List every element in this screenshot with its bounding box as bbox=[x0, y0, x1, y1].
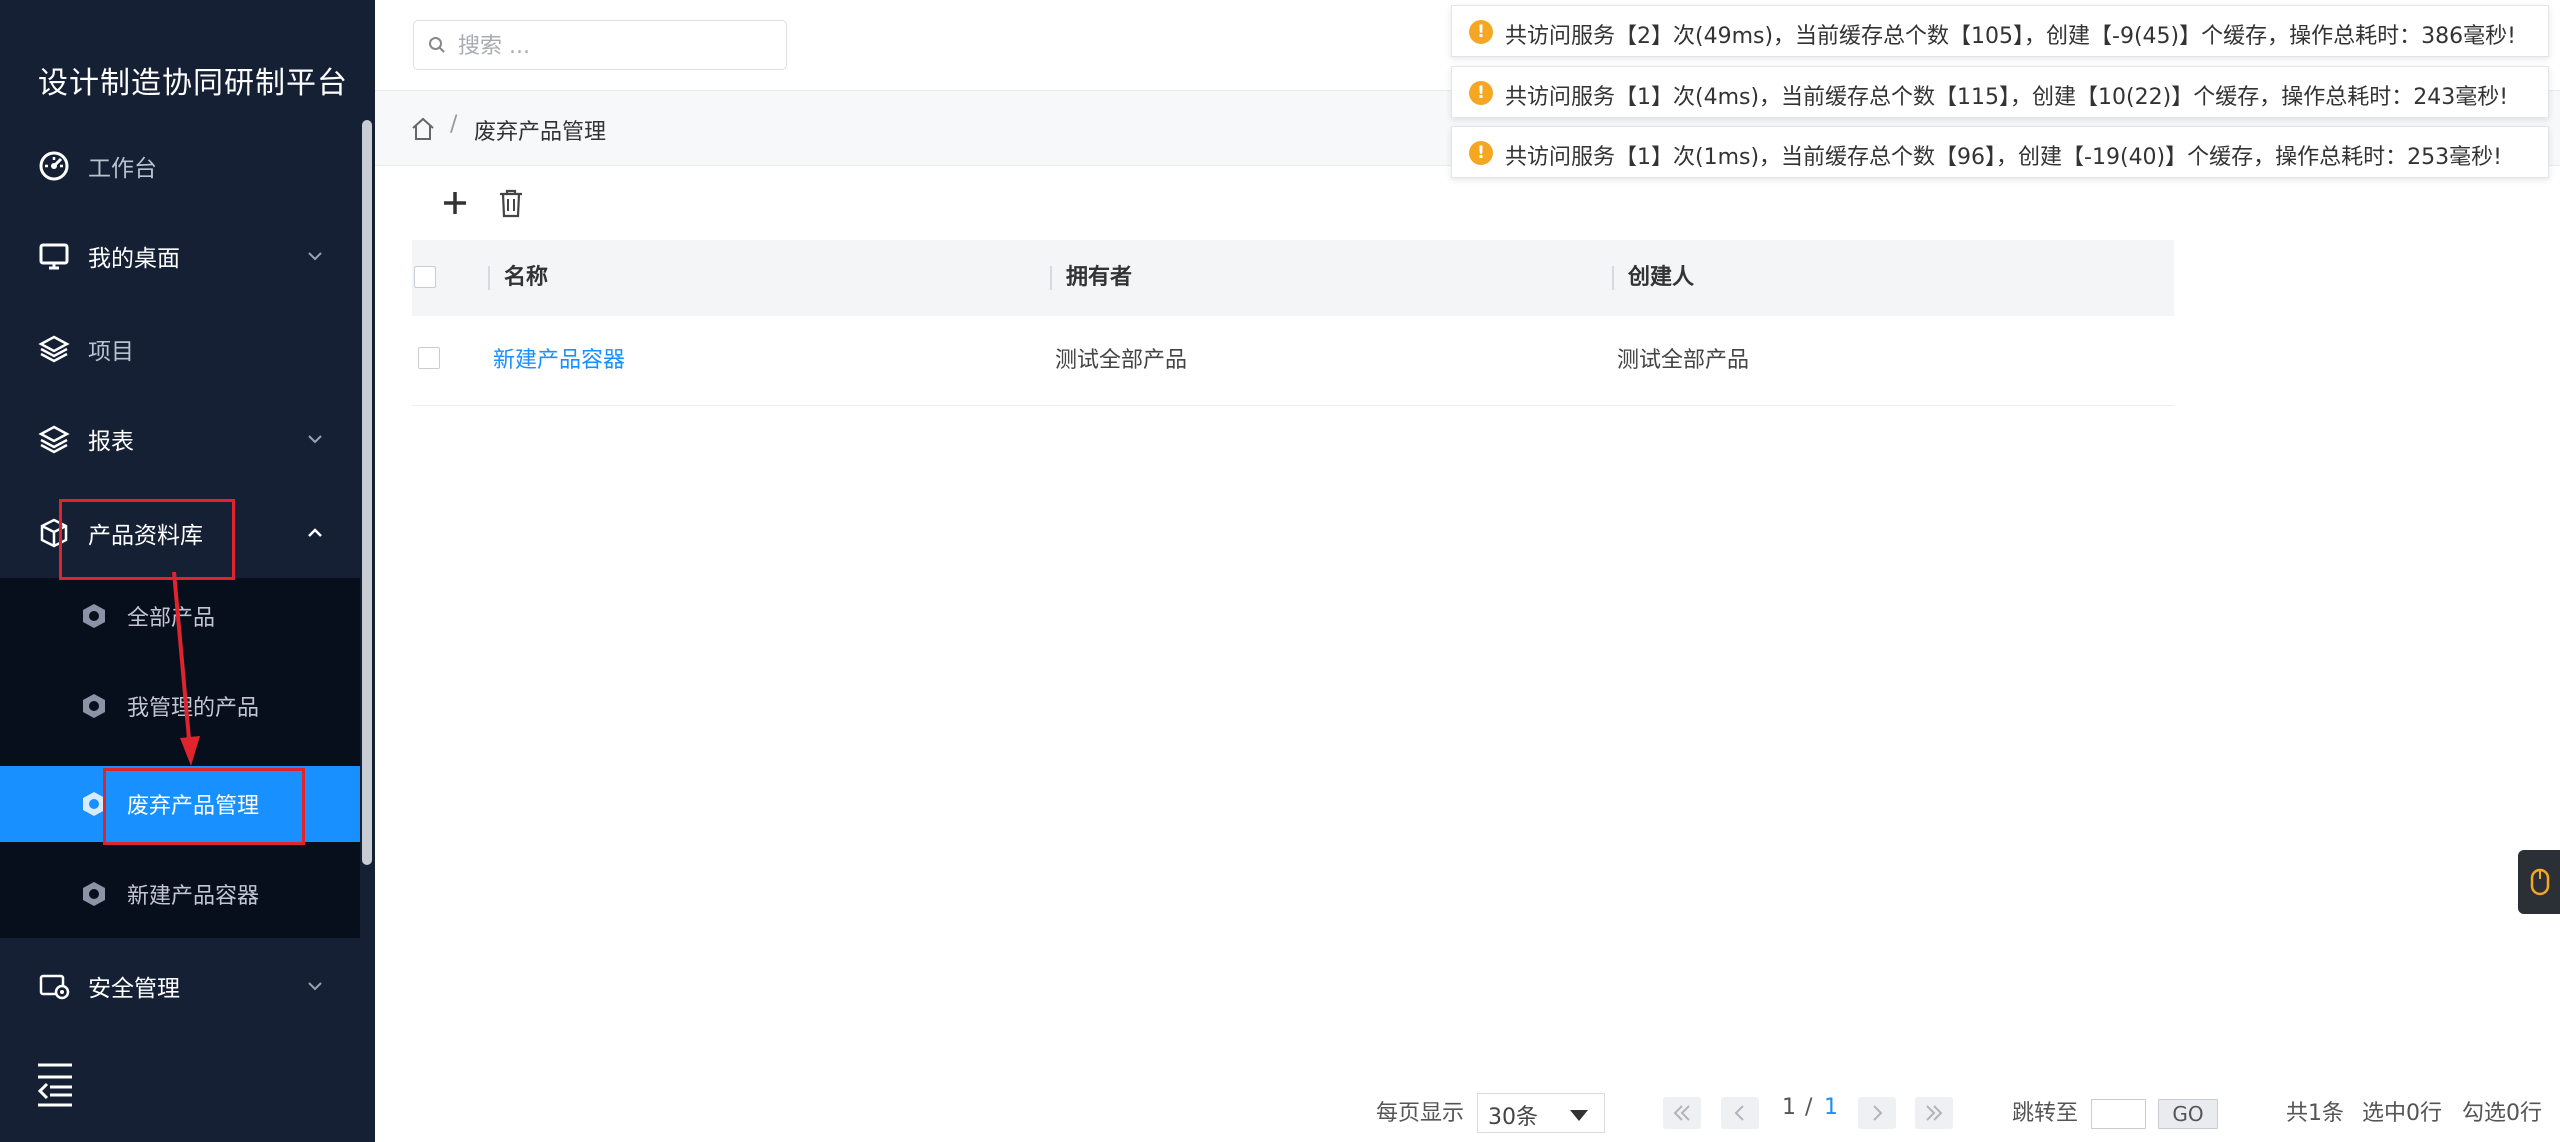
monitor-icon bbox=[39, 243, 69, 270]
per-page-value: 30条 bbox=[1488, 1105, 1538, 1130]
total-pages: 1 bbox=[1824, 1095, 1838, 1120]
sidebar-item-label: 工作台 bbox=[88, 156, 157, 182]
sidebar-item-workbench[interactable]: 工作台 bbox=[0, 121, 360, 211]
column-header-name[interactable]: 名称 bbox=[504, 240, 548, 316]
jump-label: 跳转至 bbox=[2012, 1101, 2079, 1126]
sidebar-item-label: 安全管理 bbox=[88, 976, 180, 1002]
select-all-checkbox[interactable] bbox=[414, 266, 436, 288]
sidebar-item-label: 我的桌面 bbox=[88, 246, 180, 272]
highlight-box-discarded-products bbox=[103, 768, 305, 845]
sidebar-item-project[interactable]: 项目 bbox=[0, 304, 360, 394]
page-separator: / bbox=[1805, 1095, 1813, 1120]
double-chevron-right-icon bbox=[1926, 1105, 1943, 1121]
annotation-arrow-icon bbox=[172, 571, 200, 766]
sidebar-item-label: 项目 bbox=[88, 339, 134, 365]
double-chevron-left-icon bbox=[1673, 1105, 1690, 1121]
column-divider bbox=[1050, 266, 1052, 290]
current-page: 1 bbox=[1782, 1095, 1796, 1120]
column-header-creator[interactable]: 创建人 bbox=[1628, 240, 1694, 316]
search-input[interactable] bbox=[456, 29, 770, 63]
layers-icon bbox=[38, 335, 70, 363]
notification-text: 共访问服务【1】次(1ms)，当前缓存总个数【96】，创建【-19(40)】个缓… bbox=[1505, 145, 2502, 170]
plus-icon[interactable] bbox=[438, 186, 472, 220]
sidebar-scrollbar[interactable] bbox=[362, 120, 372, 865]
column-divider bbox=[1612, 266, 1614, 290]
trash-icon[interactable] bbox=[494, 186, 528, 220]
warning-icon: ! bbox=[1469, 20, 1493, 44]
chevron-right-icon bbox=[1873, 1105, 1883, 1121]
notification-toast[interactable]: ! 共访问服务【1】次(4ms)，当前缓存总个数【115】，创建【10(22)】… bbox=[1451, 66, 2549, 118]
notification-toast[interactable]: ! 共访问服务【2】次(49ms)，当前缓存总个数【105】，创建【-9(45)… bbox=[1451, 5, 2549, 57]
submenu-item-new-container[interactable]: 新建产品容器 bbox=[0, 856, 360, 932]
warning-icon: ! bbox=[1469, 81, 1493, 105]
home-icon[interactable] bbox=[410, 116, 436, 142]
jump-page-input[interactable] bbox=[2091, 1099, 2146, 1129]
cell-owner: 测试全部产品 bbox=[1055, 348, 1188, 373]
sidebar-item-label: 报表 bbox=[88, 429, 134, 455]
notification-toast[interactable]: ! 共访问服务【1】次(1ms)，当前缓存总个数【96】，创建【-19(40)】… bbox=[1451, 126, 2549, 178]
column-header-owner[interactable]: 拥有者 bbox=[1066, 240, 1132, 316]
breadcrumb-current: 废弃产品管理 bbox=[474, 120, 607, 145]
sidebar-item-desktop[interactable]: 我的桌面 bbox=[0, 211, 360, 301]
chevron-down-icon bbox=[308, 252, 322, 261]
notification-text: 共访问服务【2】次(49ms)，当前缓存总个数【105】，创建【-9(45)】个… bbox=[1505, 24, 2516, 49]
chevron-left-icon bbox=[1734, 1105, 1744, 1121]
caret-down-icon bbox=[1570, 1110, 1588, 1121]
total-count: 共1条 bbox=[2286, 1101, 2344, 1126]
cell-creator: 测试全部产品 bbox=[1617, 348, 1750, 373]
warning-icon: ! bbox=[1469, 141, 1493, 165]
search-icon bbox=[429, 37, 445, 53]
next-page-button[interactable] bbox=[1858, 1097, 1896, 1129]
prev-page-button[interactable] bbox=[1721, 1097, 1759, 1129]
submenu-item-label: 新建产品容器 bbox=[127, 884, 260, 909]
last-page-button[interactable] bbox=[1915, 1097, 1953, 1129]
security-icon bbox=[39, 974, 70, 1000]
go-button[interactable]: GO bbox=[2158, 1099, 2218, 1129]
notification-text: 共访问服务【1】次(4ms)，当前缓存总个数【115】，创建【10(22)】个缓… bbox=[1505, 85, 2509, 110]
breadcrumb-separator: / bbox=[450, 112, 458, 137]
collapse-menu-icon[interactable] bbox=[36, 1062, 74, 1108]
report-icon bbox=[38, 425, 70, 454]
selected-count: 选中0行 bbox=[2362, 1101, 2442, 1126]
hex-icon bbox=[83, 604, 105, 628]
search-box[interactable] bbox=[413, 20, 787, 70]
chevron-up-icon bbox=[308, 528, 322, 537]
hex-icon bbox=[83, 882, 105, 906]
side-tool-tab[interactable] bbox=[2518, 850, 2560, 914]
first-page-button[interactable] bbox=[1663, 1097, 1701, 1129]
chevron-down-icon bbox=[308, 435, 322, 444]
table-header: 名称 拥有者 创建人 bbox=[412, 240, 2174, 316]
table-row[interactable]: 新建产品容器 测试全部产品 测试全部产品 bbox=[412, 317, 2174, 406]
per-page-select[interactable]: 30条 bbox=[1477, 1093, 1605, 1133]
highlight-box-product-library bbox=[59, 499, 235, 580]
row-checkbox[interactable] bbox=[418, 347, 440, 369]
chevron-down-icon bbox=[308, 982, 322, 991]
column-divider bbox=[488, 266, 490, 290]
mouse-icon bbox=[2530, 868, 2550, 896]
checked-count: 勾选0行 bbox=[2462, 1101, 2542, 1126]
hex-icon bbox=[83, 694, 105, 718]
cell-name-link[interactable]: 新建产品容器 bbox=[493, 317, 625, 405]
dashboard-icon bbox=[39, 151, 69, 181]
sidebar-item-security[interactable]: 安全管理 bbox=[0, 941, 360, 1031]
app-title: 设计制造协同研制平台 bbox=[38, 66, 348, 101]
per-page-label: 每页显示 bbox=[1376, 1101, 1465, 1126]
sidebar-item-report[interactable]: 报表 bbox=[0, 394, 360, 484]
